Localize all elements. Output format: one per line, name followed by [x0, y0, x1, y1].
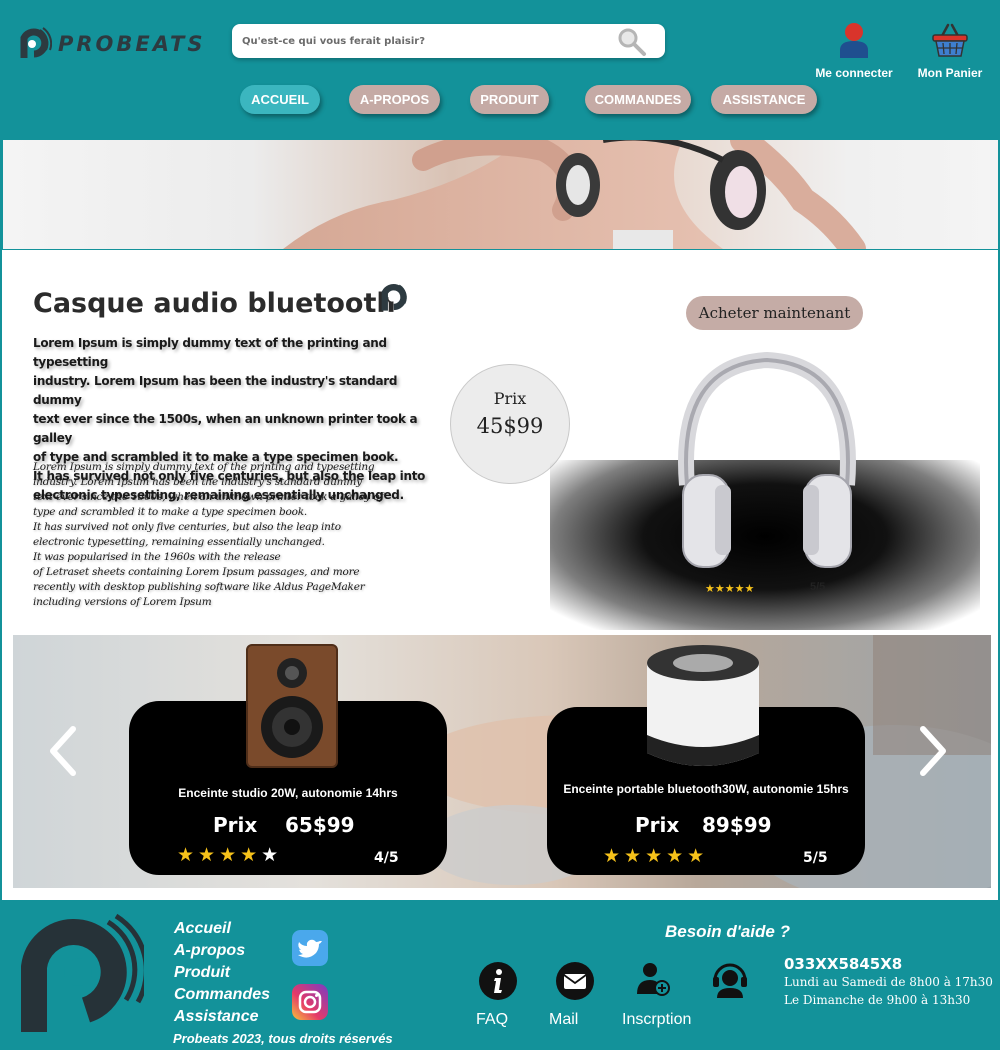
description-line: text ever since the 1500s, when an unkno…	[33, 412, 418, 445]
card-price-value: 65$99	[285, 813, 355, 837]
description-line: Lorem Ipsum is simply dummy text of the …	[33, 336, 387, 369]
nav-a-propos[interactable]: A-PROPOS	[349, 85, 440, 114]
mail-icon[interactable]	[556, 962, 594, 1000]
description-line: of Letraset sheets containing Lorem Ipsu…	[33, 566, 360, 578]
footer-link-produit[interactable]: Produit	[174, 962, 270, 984]
add-user-icon[interactable]	[634, 960, 672, 998]
description-line: type and scrambled it to make a type spe…	[33, 506, 308, 518]
mail-link[interactable]: Mail	[549, 1011, 578, 1029]
price-value: 45$99	[476, 414, 544, 438]
search-icon[interactable]	[617, 27, 647, 57]
footer-link-commandes[interactable]: Commandes	[174, 984, 270, 1006]
description-line: electronic typesetting, remaining essent…	[33, 536, 325, 548]
card-price-label: Prix	[213, 813, 258, 837]
product-rating-stars: ★★★★★	[705, 582, 755, 595]
site-footer: Accueil A-propos Produit Commandes Assis…	[0, 900, 1000, 1050]
nav-accueil[interactable]: ACCUEIL	[240, 85, 320, 114]
hours-weekday: Lundi au Samedi de 8h00 à 17h30	[784, 975, 993, 989]
description-line: It was popularised in the 1960s with the…	[33, 551, 281, 563]
card-rating-text: 5/5	[803, 850, 828, 866]
login-label: Me connecter	[815, 66, 893, 80]
product-rating-text: 5/5	[810, 581, 826, 593]
portable-speaker-image	[647, 645, 759, 766]
footer-link-assistance[interactable]: Assistance	[174, 1006, 270, 1028]
description-line: It has survived not only five centuries,…	[33, 521, 341, 533]
twitter-icon[interactable]	[292, 930, 328, 966]
nav-produit[interactable]: PRODUIT	[470, 85, 549, 114]
probeats-logo-icon	[21, 913, 144, 1032]
support-agent-icon[interactable]	[711, 960, 749, 998]
search-input[interactable]	[242, 24, 602, 58]
brand-name: PROBEATS	[58, 32, 206, 56]
filled-stars: ★★★★★	[603, 845, 709, 867]
hero-banner	[3, 140, 998, 249]
faq-link[interactable]: FAQ	[476, 1011, 508, 1029]
hours-sunday: Le Dimanche de 9h00 à 13h30	[784, 993, 971, 1007]
description-line: recently with desktop publishing softwar…	[33, 581, 365, 593]
site-header: PROBEATS Me connecter Mon Panier ACCUEIL…	[0, 0, 1000, 138]
card-price-value: 89$99	[702, 813, 772, 837]
headphone-image	[678, 351, 856, 568]
card-rating-stars: ★★★★★	[177, 844, 282, 866]
carousel-prev-button[interactable]	[43, 723, 87, 779]
copyright-text: Probeats 2023, tous droits réservés	[173, 1031, 393, 1046]
carousel-next-button[interactable]	[909, 723, 953, 779]
user-icon	[840, 23, 868, 58]
footer-link-accueil[interactable]: Accueil	[174, 918, 270, 940]
footer-link-a-propos[interactable]: A-propos	[174, 940, 270, 962]
product-title: Casque audio bluetooth	[33, 288, 396, 319]
footer-nav: Accueil A-propos Produit Commandes Assis…	[174, 918, 270, 1028]
nav-assistance[interactable]: ASSISTANCE	[711, 85, 817, 114]
nav-commandes[interactable]: COMMANDES	[585, 85, 691, 114]
help-title: Besoin d'aide ?	[665, 922, 790, 941]
buy-now-button[interactable]: Acheter maintenant	[686, 296, 863, 330]
hero-image	[283, 140, 866, 249]
card-title: Enceinte studio 20W, autonomie 14hrs	[178, 786, 398, 800]
description-line: industry. Lorem Ipsum has been the indus…	[33, 374, 398, 407]
product-carousel: Enceinte studio 20W, autonomie 14hrs Pri…	[13, 635, 991, 888]
probeats-logo-icon	[381, 284, 407, 311]
description-line: including versions of Lorem Ipsum	[33, 596, 212, 608]
description-line: industry. Lorem Ipsum has been the indus…	[33, 476, 362, 488]
card-rating-stars: ★★★★★	[603, 845, 708, 867]
description-line: Lorem Ipsum is simply dummy text of the …	[33, 461, 375, 473]
description-line: text ever since the 1500s, when an unkno…	[33, 491, 384, 503]
basket-icon	[932, 23, 968, 57]
signup-link[interactable]: Inscrption	[622, 1011, 691, 1029]
filled-stars: ★★★★	[177, 844, 262, 866]
info-icon[interactable]	[479, 962, 517, 1000]
card-rating-text: 4/5	[374, 850, 399, 866]
phone-number: 033XX5845X8	[784, 955, 903, 973]
cart-button[interactable]: Mon Panier	[913, 22, 987, 80]
product-description-italic: Lorem Ipsum is simply dummy text of the …	[33, 460, 423, 610]
brand-logo[interactable]: PROBEATS	[12, 24, 205, 64]
empty-stars: ★	[261, 844, 283, 866]
card-price-label: Prix	[635, 813, 680, 837]
login-button[interactable]: Me connecter	[812, 22, 896, 80]
probeats-logo-icon	[20, 27, 52, 58]
cart-label: Mon Panier	[917, 66, 983, 80]
search-bar	[232, 24, 665, 58]
instagram-icon[interactable]	[292, 984, 328, 1020]
price-label: Prix	[493, 389, 527, 408]
studio-speaker-image	[246, 644, 338, 768]
card-title: Enceinte portable bluetooth30W, autonomi…	[563, 782, 849, 796]
